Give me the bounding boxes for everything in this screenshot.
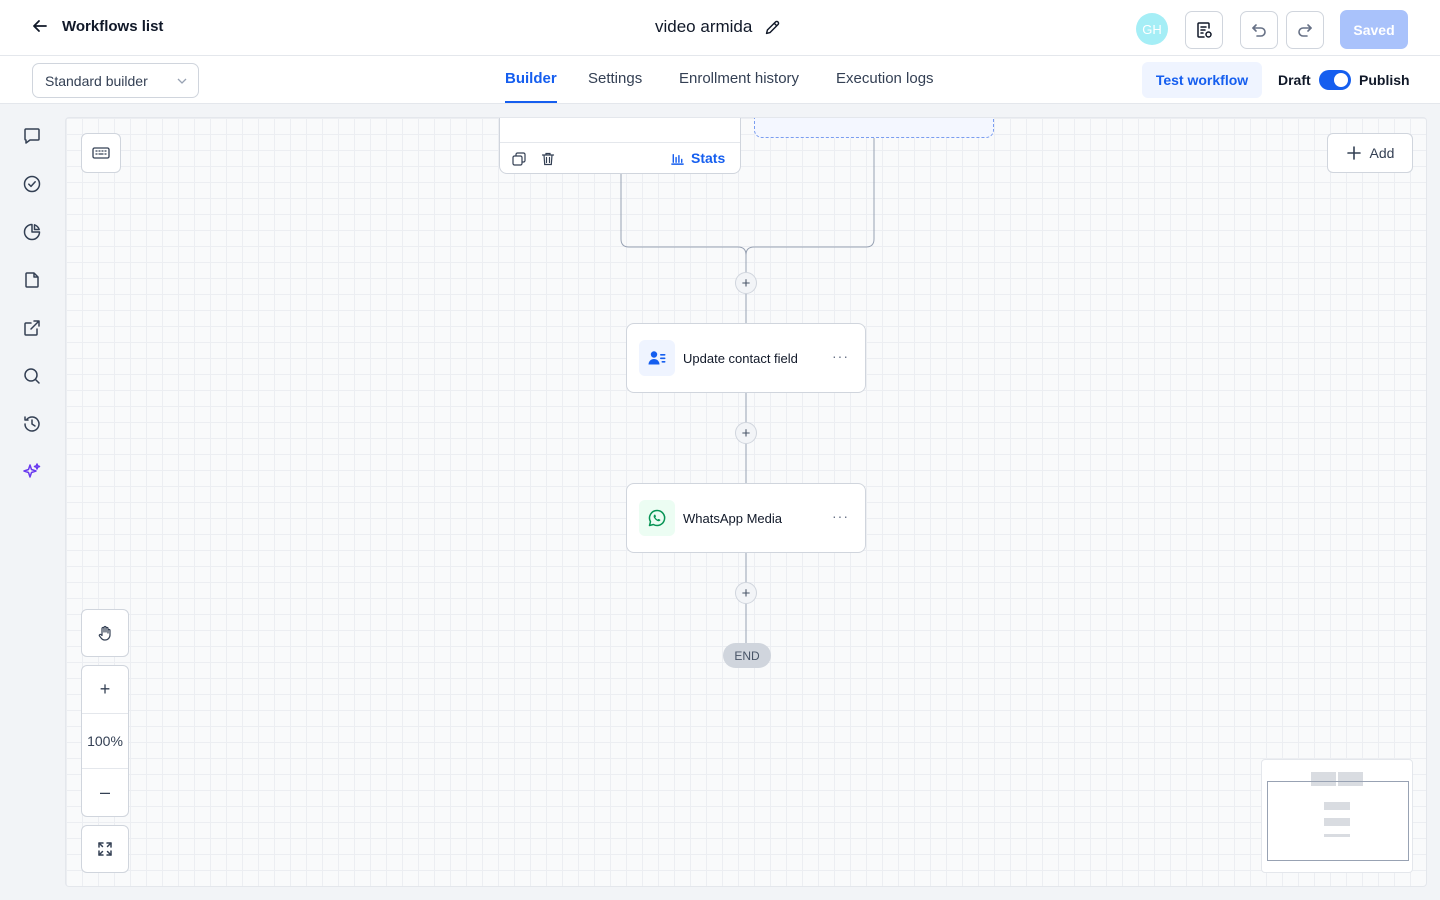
keyboard-icon <box>92 147 110 159</box>
builder-select[interactable]: Standard builder <box>32 63 199 98</box>
more-options-icon[interactable]: ··· <box>832 348 849 364</box>
avatar[interactable]: GH <box>1136 13 1168 45</box>
document-settings-icon <box>1197 22 1212 38</box>
tab-enrollment-history[interactable]: Enrollment history <box>679 70 799 103</box>
sub-bar: Standard builder Builder Settings Enroll… <box>0 56 1440 104</box>
saved-button[interactable]: Saved <box>1340 10 1408 49</box>
workflow-canvas[interactable]: Add Stats + Update contact field ··· + W… <box>65 117 1427 887</box>
tab-settings[interactable]: Settings <box>588 70 642 103</box>
minimap[interactable] <box>1261 759 1413 873</box>
chevron-down-icon <box>177 78 187 84</box>
undo-icon <box>1252 24 1266 37</box>
check-circle-icon[interactable] <box>20 172 44 196</box>
tab-execution-logs[interactable]: Execution logs <box>836 70 934 103</box>
add-label: Add <box>1369 145 1395 161</box>
top-bar: Workflows list video armida GH Saved <box>0 0 1440 56</box>
hand-icon <box>98 625 111 641</box>
node-label: WhatsApp Media <box>683 511 782 526</box>
branch-drop-zone[interactable] <box>754 118 994 138</box>
stats-label: Stats <box>691 150 726 166</box>
keyboard-shortcuts-button[interactable] <box>81 133 121 173</box>
previous-action-card[interactable]: Stats <box>499 118 741 174</box>
pencil-icon[interactable] <box>764 19 781 36</box>
card-footer: Stats <box>500 142 740 173</box>
stats-button[interactable]: Stats <box>670 150 725 166</box>
back-to-workflows-link[interactable]: Workflows list <box>30 16 163 36</box>
redo-button[interactable] <box>1286 11 1324 49</box>
publish-label: Publish <box>1359 72 1410 88</box>
workflow-details-button[interactable] <box>1185 11 1223 49</box>
add-step-button[interactable]: + <box>735 272 757 294</box>
sparkles-icon[interactable] <box>20 460 44 484</box>
zoom-in-button[interactable]: + <box>82 666 128 713</box>
test-workflow-button[interactable]: Test workflow <box>1142 62 1262 98</box>
pie-chart-icon[interactable] <box>20 220 44 244</box>
node-label: Update contact field <box>683 351 798 366</box>
bar-chart-icon <box>671 153 684 165</box>
tab-builder[interactable]: Builder <box>505 70 557 103</box>
expand-icon <box>98 842 112 856</box>
redo-icon <box>1298 24 1312 37</box>
plus-icon <box>1346 146 1361 160</box>
trash-icon[interactable] <box>540 151 556 167</box>
end-node: END <box>723 643 771 668</box>
publish-toggle[interactable] <box>1319 70 1351 90</box>
whatsapp-icon <box>639 500 675 536</box>
zoom-out-button[interactable]: – <box>82 769 128 816</box>
workflow-title: video armida <box>655 17 781 37</box>
contact-field-icon <box>639 340 675 376</box>
add-step-button[interactable]: + <box>735 582 757 604</box>
undo-button[interactable] <box>1240 11 1278 49</box>
workflow-name: video armida <box>655 17 753 36</box>
chat-icon[interactable] <box>20 124 44 148</box>
back-label: Workflows list <box>62 17 164 35</box>
draft-label: Draft <box>1278 72 1311 88</box>
document-icon[interactable] <box>20 268 44 292</box>
action-node-update-contact-field[interactable]: Update contact field ··· <box>626 323 866 393</box>
more-options-icon[interactable]: ··· <box>832 508 849 524</box>
history-icon[interactable] <box>20 412 44 436</box>
builder-select-value: Standard builder <box>45 72 148 89</box>
add-node-button[interactable]: Add <box>1327 133 1413 173</box>
fit-view-button[interactable] <box>81 825 129 873</box>
action-node-whatsapp-media[interactable]: WhatsApp Media ··· <box>626 483 866 553</box>
external-link-icon[interactable] <box>20 316 44 340</box>
left-sidebar <box>0 104 64 900</box>
copy-icon[interactable] <box>511 151 527 167</box>
add-step-button[interactable]: + <box>735 422 757 444</box>
zoom-level: 100% <box>82 713 128 769</box>
pan-tool-button[interactable] <box>81 609 129 657</box>
minimap-viewport[interactable] <box>1267 781 1409 861</box>
arrow-left-icon <box>33 20 47 32</box>
search-icon[interactable] <box>20 364 44 388</box>
zoom-controls: + 100% – <box>81 665 129 817</box>
